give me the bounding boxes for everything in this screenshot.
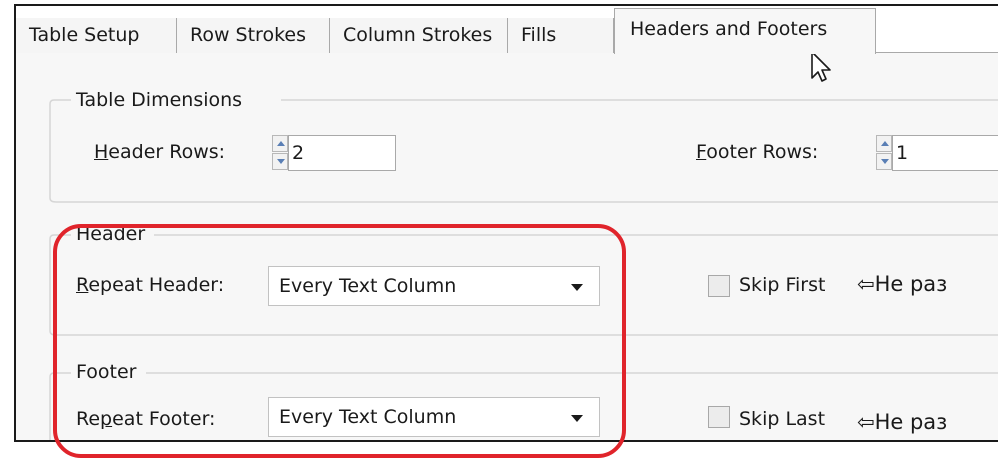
dropdown-arrow-icon [571, 284, 583, 291]
repeat-footer-label: Repeat Footer: [76, 408, 215, 430]
header-note-text: ⇦Не раз [857, 272, 948, 296]
skip-last-checkbox[interactable] [708, 406, 730, 428]
group-box-borders [49, 99, 998, 440]
spinner-up-icon[interactable] [876, 135, 892, 152]
tab-headers-and-footers[interactable]: Headers and Footers [614, 8, 876, 54]
tab-table-setup[interactable]: Table Setup [16, 18, 176, 53]
footer-rows-spinner[interactable] [876, 135, 892, 171]
header-rows-spinner[interactable] [272, 135, 288, 171]
repeat-footer-label-pre: Re [76, 408, 101, 430]
header-rows-label: Header Rows: [94, 141, 225, 163]
header-rows-mnemonic: H [94, 141, 109, 163]
tab-row-strokes[interactable]: Row Strokes [176, 18, 329, 53]
tab-column-strokes[interactable]: Column Strokes [329, 18, 507, 53]
repeat-header-mnemonic: R [76, 274, 89, 296]
tab-fills[interactable]: Fills [507, 18, 614, 53]
header-rows-label-text: eader Rows: [108, 141, 226, 163]
repeat-header-label-text: epeat Header: [88, 274, 225, 296]
spinner-down-icon[interactable] [272, 153, 288, 170]
repeat-footer-mnemonic: p [100, 408, 113, 430]
group-title-table-dimensions: Table Dimensions [72, 89, 247, 111]
skip-first-checkbox[interactable] [708, 275, 730, 297]
repeat-footer-select[interactable]: Every Text Column [268, 397, 600, 437]
footer-note-text: ⇦Не раз [857, 410, 948, 434]
skip-first-label: Skip First [739, 274, 826, 296]
spinner-down-icon[interactable] [876, 153, 892, 170]
group-title-header: Header [72, 223, 150, 245]
group-title-footer: Footer [72, 361, 141, 383]
repeat-footer-selected-value: Every Text Column [279, 406, 457, 428]
repeat-header-selected-value: Every Text Column [279, 275, 457, 297]
skip-last-label: Skip Last [739, 408, 826, 430]
footer-rows-mnemonic: F [696, 141, 707, 163]
repeat-header-select[interactable]: Every Text Column [268, 266, 600, 306]
footer-rows-label-text: ooter Rows: [706, 141, 819, 163]
footer-rows-input[interactable]: 1 [892, 135, 998, 171]
table-options-dialog: Table Setup Row Strokes Column Strokes F… [14, 4, 998, 442]
repeat-header-label: Repeat Header: [76, 274, 224, 296]
footer-rows-label: Footer Rows: [696, 141, 818, 163]
dropdown-arrow-icon [571, 415, 583, 422]
spinner-up-icon[interactable] [272, 135, 288, 152]
tab-bar: Table Setup Row Strokes Column Strokes F… [16, 6, 998, 54]
repeat-footer-label-text: eat Footer: [112, 408, 216, 430]
header-rows-input[interactable]: 2 [288, 135, 396, 171]
mouse-pointer-icon [811, 51, 831, 82]
headers-and-footers-panel: Table Dimensions Header Rows: 2 Footer R… [16, 53, 998, 440]
